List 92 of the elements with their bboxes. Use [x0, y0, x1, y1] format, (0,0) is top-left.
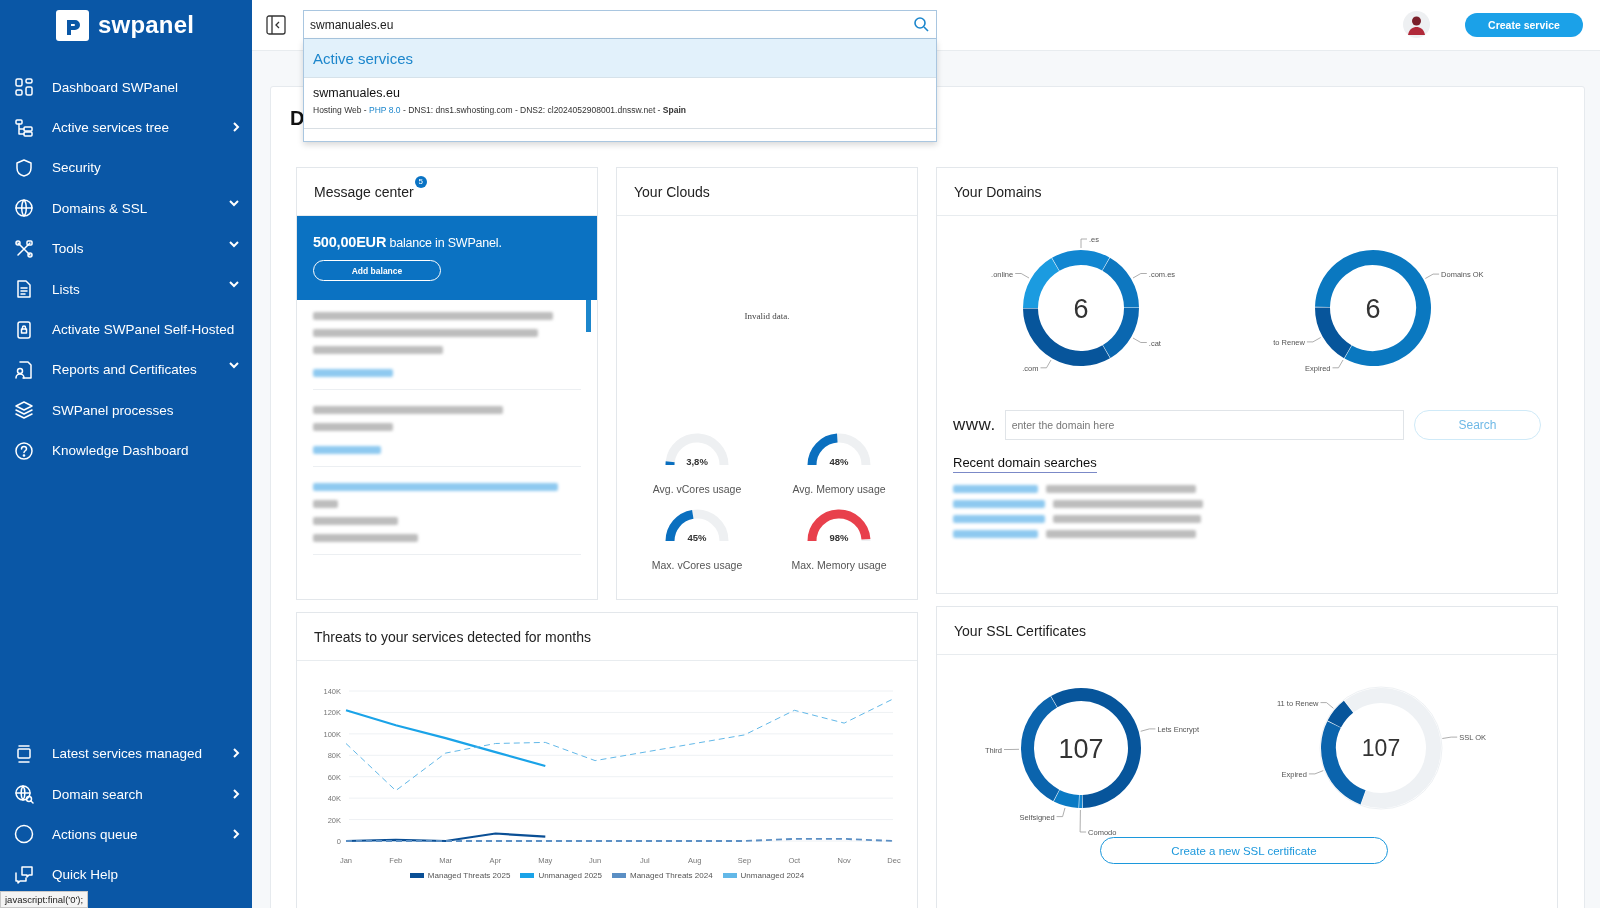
- leader-line: [1132, 273, 1148, 279]
- monitor-icon: [14, 743, 34, 764]
- gauge-label: Max. vCores usage: [651, 559, 743, 571]
- section-title: Recent domain searches: [953, 455, 1097, 473]
- search-result[interactable]: swmanuales.eu Hosting Web - PHP 8.0 - DNS1: dns1.swhosting.com - DNS2: cl2024052908001.dnssw.net - Spain: [304, 78, 936, 129]
- leader-line: [1003, 748, 1020, 750]
- leader-line: [1332, 359, 1344, 369]
- logo-text: swpanel: [98, 10, 195, 40]
- sidebar-item[interactable]: Knowledge Dashboard: [0, 430, 252, 471]
- leader-line: [1308, 770, 1324, 775]
- sidebar-item[interactable]: Domains & SSL: [0, 188, 252, 229]
- leader-line: [1132, 337, 1148, 343]
- chevron-down-icon: [228, 360, 240, 369]
- leader-line: [1079, 809, 1087, 833]
- donut-total: 6: [1073, 293, 1089, 324]
- chevron-down-icon: [228, 199, 240, 208]
- leader-line: [1320, 702, 1334, 709]
- leader-line: [1056, 807, 1066, 817]
- sidebar-item[interactable]: Activate SWPanel Self-Hosted: [0, 309, 252, 350]
- donut-total: 107: [1058, 733, 1104, 764]
- gauge-label: Avg. vCores usage: [652, 483, 742, 495]
- legend-item[interactable]: Unmanaged 2025: [520, 871, 602, 880]
- card-title: Your Domains: [954, 183, 1042, 200]
- leader-line: [1140, 728, 1156, 732]
- sidebar-item[interactable]: Reports and Certificates: [0, 349, 252, 391]
- gauge-track: [861, 539, 871, 542]
- sidebar-item[interactable]: Dashboard SWPanel: [0, 67, 252, 108]
- globe-search-icon: [14, 784, 34, 804]
- donut-total: 6: [1365, 293, 1381, 324]
- gauge-reading: 48%: [829, 456, 849, 467]
- chevron-right-icon: [232, 787, 240, 800]
- sidebar-toggle-icon[interactable]: [266, 15, 286, 35]
- help-icon: [14, 440, 34, 461]
- avatar[interactable]: [1403, 11, 1430, 38]
- sidebar-item[interactable]: Actions queue: [0, 814, 252, 855]
- redacted-text: [313, 500, 338, 508]
- grid-icon: [14, 77, 34, 98]
- result-group-title: Active services: [313, 49, 414, 67]
- tools-icon: [14, 238, 34, 259]
- chat-icon: [14, 864, 34, 885]
- chevron-right-icon: [232, 828, 240, 841]
- sidebar-item[interactable]: Latest services managed: [0, 733, 252, 774]
- tree-icon: [14, 117, 34, 138]
- legend-item[interactable]: Unmanaged 2024: [722, 871, 805, 880]
- shield-icon: [14, 157, 34, 178]
- gauge-label: Max. Memory usage: [791, 559, 887, 571]
- globe-icon: [14, 198, 34, 219]
- redacted-text: [313, 446, 381, 454]
- lock-document-icon: [14, 319, 34, 340]
- card-title: Your SSL Certificates: [954, 622, 1087, 639]
- sidebar-item[interactable]: Security: [0, 147, 252, 189]
- gauge-reading: 3,8%: [686, 456, 708, 467]
- document-icon: [14, 279, 34, 300]
- chevron-down-icon: [228, 239, 240, 248]
- gauge-reading: 45%: [687, 532, 707, 543]
- gauge-track: [665, 433, 729, 466]
- sidebar-item[interactable]: Active services tree: [0, 107, 252, 148]
- card-title: Threats to your services detected for months: [314, 628, 591, 645]
- logo-icon: [56, 10, 89, 41]
- donut-total: 107: [1361, 735, 1401, 762]
- search-icon[interactable]: [914, 17, 929, 32]
- leader-line: [1424, 273, 1440, 279]
- legend-item[interactable]: Managed Threats 2025: [409, 871, 511, 880]
- sidebar-item[interactable]: Lists: [0, 268, 252, 310]
- leader-line: [1306, 337, 1322, 343]
- leader-line: [1014, 273, 1030, 279]
- leader-line: [1040, 359, 1052, 369]
- chevron-right-icon: [232, 121, 240, 134]
- leader-line: [1441, 736, 1458, 739]
- page-heading: D: [290, 107, 305, 129]
- chevron-down-icon: [228, 279, 240, 288]
- sidebar-item[interactable]: Domain search: [0, 773, 252, 815]
- balance-text: 500,00EUR balance in SWPanel.: [313, 234, 503, 250]
- leader-line: [1080, 238, 1088, 249]
- status-bar-text: javascript:final('0');: [0, 891, 89, 908]
- notice-text: Invalid data.: [744, 311, 790, 321]
- card-title: Your Clouds: [634, 183, 710, 200]
- layers-icon: [14, 400, 34, 421]
- gauge-reading: 98%: [829, 532, 849, 543]
- user-document-icon: [14, 359, 34, 380]
- circle-icon: [14, 824, 34, 845]
- search-field[interactable]: swmanuales.eu: [303, 10, 937, 39]
- gauge-label: Avg. Memory usage: [792, 483, 886, 495]
- chevron-right-icon: [232, 747, 240, 760]
- www-label: www.: [953, 415, 996, 435]
- sidebar-item[interactable]: SWPanel processes: [0, 390, 252, 431]
- scrollbar-thumb[interactable]: [586, 300, 591, 332]
- count-badge: 5: [414, 175, 427, 188]
- legend-item[interactable]: Managed Threats 2024: [612, 871, 713, 880]
- card-title: Message center: [314, 183, 414, 200]
- sidebar-item[interactable]: Tools: [0, 228, 252, 269]
- domain-input[interactable]: enter the domain here: [1004, 410, 1404, 440]
